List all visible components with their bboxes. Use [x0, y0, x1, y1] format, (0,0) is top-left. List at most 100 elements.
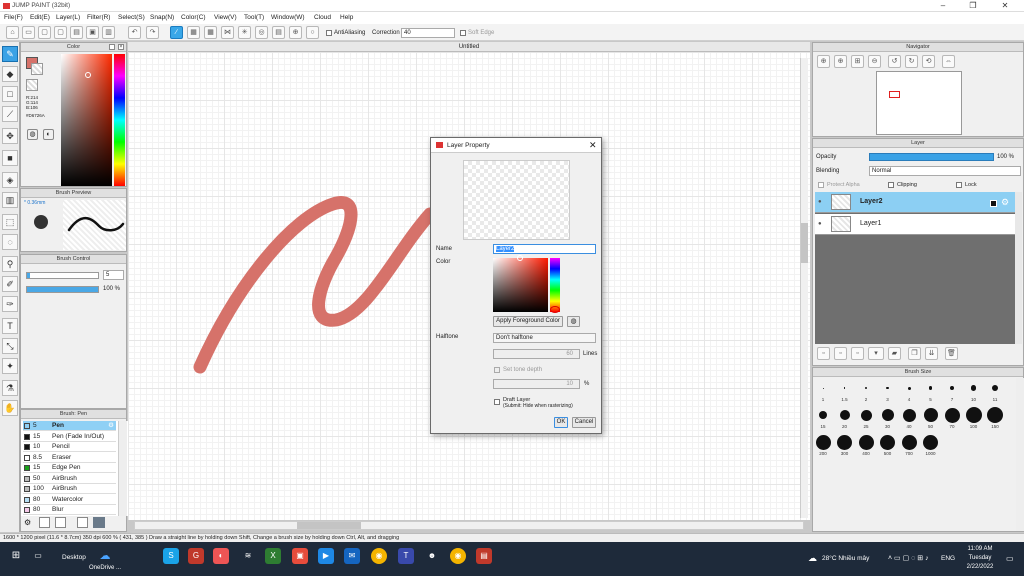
brush-size-dot[interactable] — [928, 386, 933, 390]
layer-name-input[interactable]: Layer2 — [493, 244, 596, 254]
app-icon-1[interactable]: G — [188, 548, 204, 564]
select-tool-icon[interactable]: ⬚ — [2, 214, 18, 230]
app-icon-3[interactable]: ▣ — [292, 548, 308, 564]
close-icon[interactable]: ✕ — [990, 0, 1020, 12]
brush-size-dot[interactable] — [949, 385, 955, 391]
brush-size-dot[interactable] — [880, 434, 895, 450]
desktop-label[interactable]: Desktop — [62, 554, 86, 561]
brush-size-dot[interactable] — [991, 384, 999, 392]
brush-size-dot[interactable] — [886, 386, 889, 390]
tone-depth-checkbox[interactable] — [494, 367, 500, 373]
menu-snap[interactable]: Snap(N) — [150, 14, 174, 21]
grid-icon[interactable]: ▦ — [187, 26, 200, 39]
canvas-horizontal-scrollbar[interactable] — [134, 521, 804, 530]
brush-tool-icon[interactable]: ✎ — [2, 46, 18, 62]
line-tool-icon[interactable]: ⟋ — [2, 106, 18, 122]
save-icon[interactable]: ▣ — [86, 26, 99, 39]
rotate-right-icon[interactable]: ↻ — [905, 55, 918, 68]
minimize-icon[interactable]: – — [928, 0, 958, 12]
chat-icon[interactable]: ▢ — [54, 26, 67, 39]
rotate-left-icon[interactable]: ↺ — [888, 55, 901, 68]
draft-layer-checkbox[interactable] — [494, 399, 500, 405]
halftone-select[interactable]: Don't halftone — [493, 333, 596, 343]
lines-input[interactable]: 60 — [493, 349, 580, 359]
canvas-vertical-scrollbar[interactable] — [800, 58, 808, 518]
undo-icon[interactable]: ↶ — [128, 26, 141, 39]
navigator-thumbnail[interactable] — [876, 71, 962, 135]
gear-icon[interactable]: ⚙ — [1001, 197, 1009, 208]
brush-size-scrollbar[interactable] — [1016, 378, 1024, 531]
maximize-icon[interactable]: ❐ — [958, 0, 988, 12]
chrome-icon-2[interactable]: ◉ — [450, 548, 466, 564]
snap-off-icon[interactable]: ○ — [306, 26, 319, 39]
brush-item[interactable]: 100 AirBrush — [23, 484, 116, 494]
export-icon[interactable]: ▥ — [102, 26, 115, 39]
brush-item[interactable]: 50 AirBrush — [23, 473, 116, 484]
merge-layer-icon[interactable]: ⇊ — [925, 347, 938, 360]
brush-size-dot[interactable] — [965, 407, 982, 423]
brush-size-dot[interactable] — [901, 434, 917, 450]
brush-size-dot[interactable] — [860, 409, 872, 421]
brush-size-input[interactable]: 5 — [103, 270, 124, 280]
brush-size-dot[interactable] — [815, 434, 831, 450]
jump-paint-icon[interactable]: ▤ — [476, 548, 492, 564]
brush-item-pen[interactable]: 5 Pen ⚙ — [23, 421, 116, 431]
eyedropper-icon[interactable]: ⚗ — [2, 380, 18, 396]
eraser-tool-icon[interactable]: ◆ — [2, 66, 18, 82]
shape-tool-icon[interactable]: ■ — [2, 150, 18, 166]
select-pen-icon[interactable]: ✐ — [2, 276, 18, 292]
new-8bit-layer-icon[interactable]: ▫ — [851, 347, 864, 360]
weather-text[interactable]: 28°C Nhiều mây — [822, 555, 869, 562]
zoom-fit-icon[interactable]: ⊞ — [851, 55, 864, 68]
wifi-icon[interactable]: ≋ — [240, 548, 256, 564]
brush-copy-icon[interactable] — [55, 517, 66, 528]
skype-icon[interactable]: S — [163, 548, 179, 564]
layer-row-layer1[interactable]: ● Layer1 — [815, 214, 1015, 235]
hand-tool-icon[interactable]: ✋ — [2, 400, 18, 416]
language-indicator[interactable]: ENG — [941, 555, 955, 562]
brush-size-dot[interactable] — [822, 387, 824, 389]
apply-foreground-button[interactable]: Apply Foreground Color — [493, 316, 563, 327]
menu-cloud[interactable]: Cloud — [314, 14, 331, 21]
brush-item[interactable]: 8.5 Eraser — [23, 452, 116, 463]
rect-select-icon[interactable]: □ — [2, 86, 18, 102]
zoom-icon[interactable]: ▶ — [318, 548, 334, 564]
brush-size-dot[interactable] — [902, 408, 916, 422]
brush-size-dot[interactable] — [858, 434, 874, 450]
brush-size-dot[interactable] — [970, 385, 977, 391]
clipping-checkbox[interactable] — [888, 182, 894, 188]
share-icon[interactable]: ▤ — [70, 26, 83, 39]
brush-list-scrollbar[interactable] — [118, 421, 127, 516]
dialog-close-icon[interactable]: ✕ — [589, 140, 597, 151]
onedrive-icon[interactable]: ☁ — [97, 548, 113, 564]
select-eraser-icon[interactable]: ✑ — [2, 296, 18, 312]
brush-opacity-slider[interactable] — [26, 286, 99, 293]
comment-icon[interactable]: ▢ — [38, 26, 51, 39]
move-tool-icon[interactable]: ✥ — [2, 128, 18, 144]
rotate-reset-icon[interactable]: ⟲ — [922, 55, 935, 68]
task-view-icon[interactable]: ▭ — [30, 548, 46, 564]
open-icon[interactable]: ▭ — [22, 26, 35, 39]
text-tool-icon[interactable]: T — [2, 318, 18, 334]
lock-checkbox[interactable] — [956, 182, 962, 188]
chrome-icon[interactable]: ◉ — [371, 548, 387, 564]
color-wheel-icon[interactable]: ◍ — [27, 129, 38, 140]
layer-folder-icon[interactable]: ▰ — [888, 347, 901, 360]
notification-icon[interactable]: ▭ — [1006, 554, 1014, 563]
layer-opacity-slider[interactable] — [869, 153, 994, 161]
cancel-button[interactable]: Cancel — [572, 417, 596, 428]
new-layer-icon[interactable]: ▫ — [817, 347, 830, 360]
gradient-tool-icon[interactable]: ▥ — [2, 192, 18, 208]
soft-edge-checkbox[interactable] — [460, 30, 466, 36]
brush-size-dot[interactable] — [837, 434, 852, 450]
navigator-viewport-box[interactable] — [889, 91, 900, 98]
snap-icon[interactable]: ⊕ — [289, 26, 302, 39]
tray-icons[interactable]: ˄ ▭ ▢ ◌ ⊞ ♪ — [888, 554, 929, 562]
app-icon-2[interactable]: ◐ — [213, 548, 229, 564]
ok-button[interactable]: OK — [554, 417, 568, 428]
pen-mode-icon[interactable]: ∕ — [170, 26, 183, 39]
menu-tool[interactable]: Tool(T) — [244, 14, 264, 21]
menu-help[interactable]: Help — [340, 14, 353, 21]
start-icon[interactable]: ⊞ — [8, 548, 24, 564]
new-file-icon[interactable]: ⌂ — [6, 26, 19, 39]
